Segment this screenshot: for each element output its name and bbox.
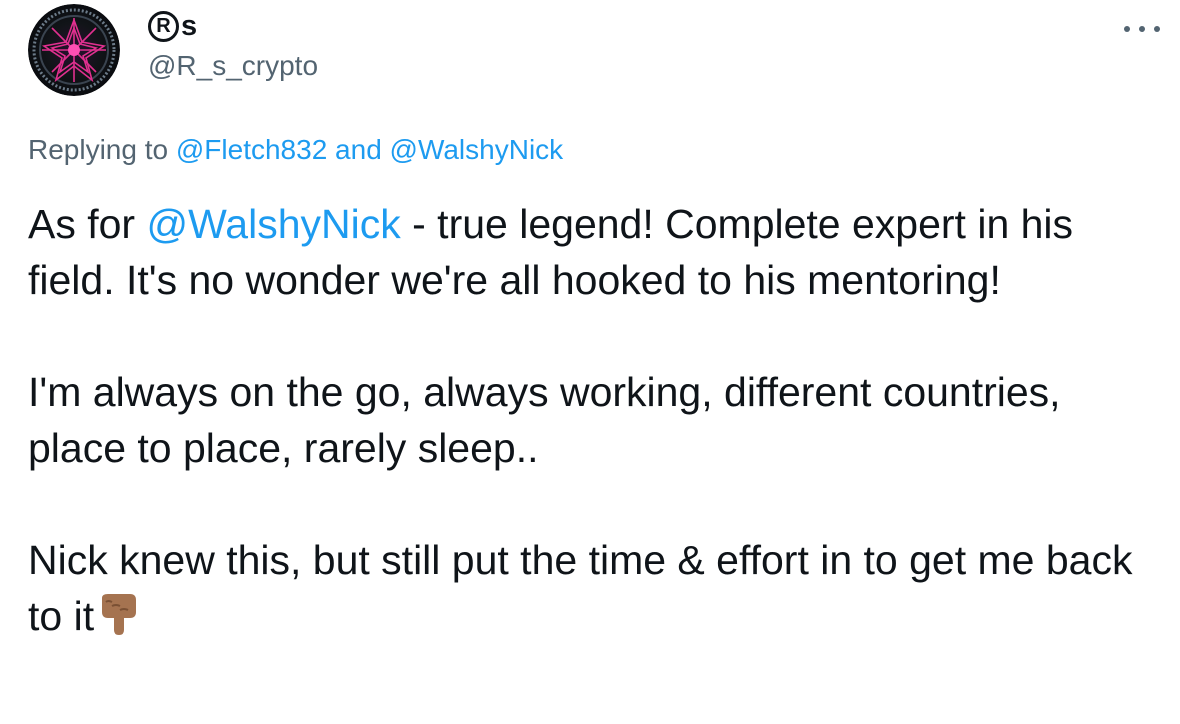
registered-symbol: R: [148, 10, 179, 42]
author-handle[interactable]: @R_s_crypto: [148, 50, 318, 82]
replying-joiner[interactable]: and: [335, 134, 382, 165]
p1-before: As for: [28, 201, 136, 247]
purple-star-avatar-icon: [28, 4, 120, 96]
avatar[interactable]: [28, 4, 120, 96]
tweet-paragraph-1: As for @WalshyNick - true legend! Comple…: [28, 196, 1158, 308]
more-dot: [1139, 26, 1145, 32]
author-name[interactable]: R s: [148, 6, 197, 46]
tweet-paragraph-3: Nick knew this, but still put the time &…: [28, 532, 1158, 644]
replying-to: Replying to @Fletch832 and @WalshyNick: [28, 134, 563, 166]
p3-text: Nick knew this, but still put the time &…: [28, 537, 1133, 639]
pointing-down-hand-icon: [102, 594, 137, 635]
mention-walshynick[interactable]: @WalshyNick: [390, 134, 564, 165]
replying-prefix: Replying to: [28, 134, 169, 165]
tweet-text: As for @WalshyNick - true legend! Comple…: [28, 196, 1158, 644]
more-dot: [1124, 26, 1130, 32]
more-dot: [1154, 26, 1160, 32]
mention-walshynick-body[interactable]: @WalshyNick: [147, 201, 401, 247]
mention-fletch832[interactable]: @Fletch832: [176, 134, 327, 165]
tweet-paragraph-2: I'm always on the go, always working, di…: [28, 369, 1061, 471]
author-name-text: s: [181, 9, 198, 42]
more-options-icon[interactable]: [1124, 14, 1160, 44]
tweet: R s @R_s_crypto Replying to @Fletch832 a…: [0, 0, 1180, 724]
